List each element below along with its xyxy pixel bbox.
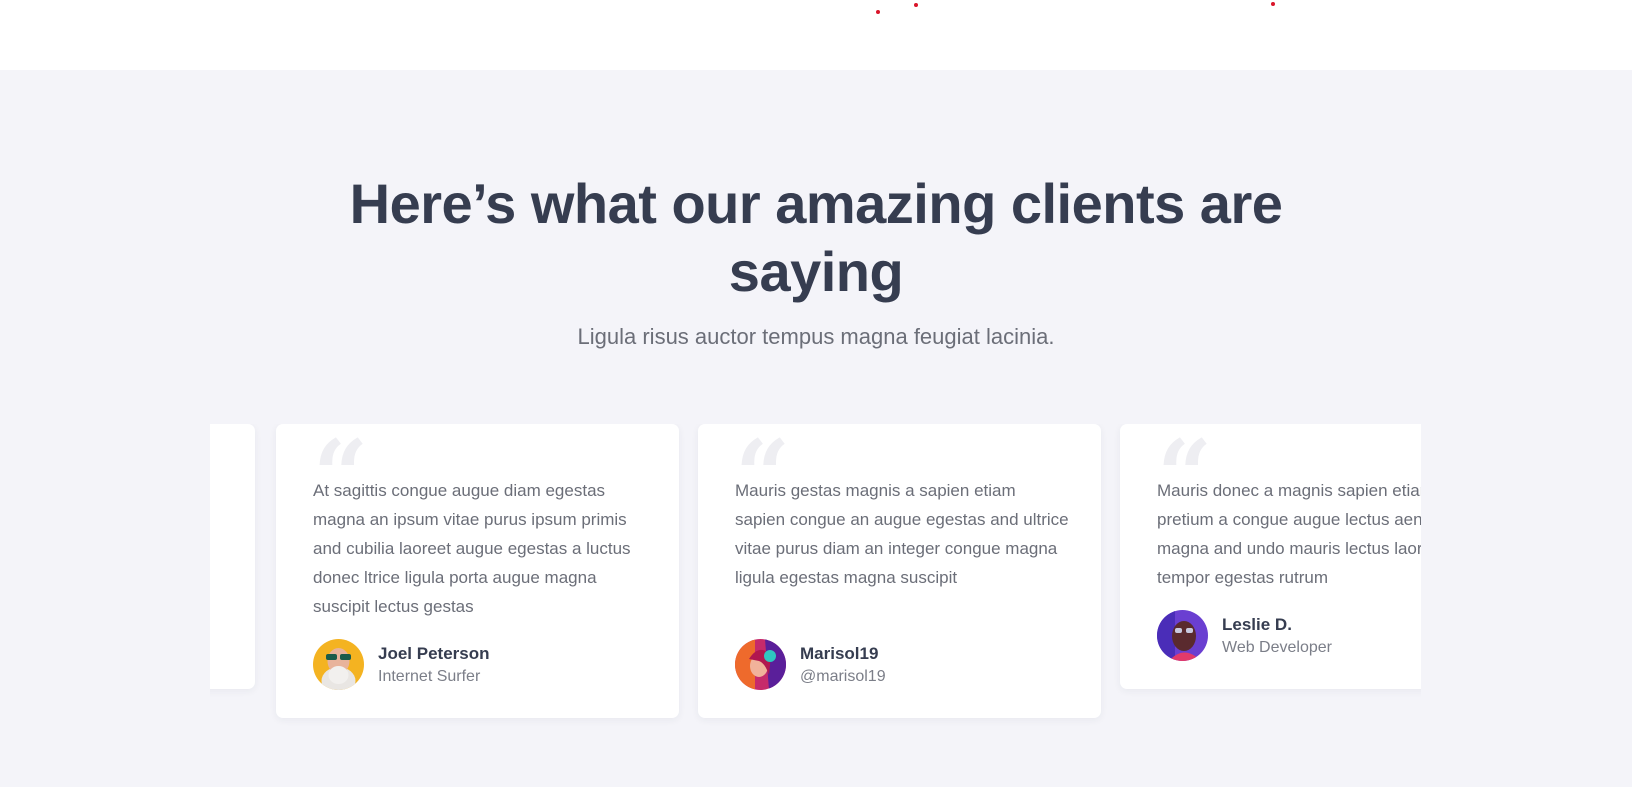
top-band [0, 0, 1632, 70]
section-title: Here’s what our amazing clients are sayi… [349, 172, 1283, 303]
testimonials-section: Here’s what our amazing clients are sayi… [0, 70, 1632, 787]
author-role: @marisol19 [800, 667, 886, 685]
testimonial-card-previous[interactable] [210, 424, 255, 689]
testimonial-author: Leslie D. Web Developer [1157, 610, 1332, 661]
decorative-dot [876, 10, 880, 14]
testimonial-text: Mauris gestas magnis a sapien etiam sapi… [735, 481, 1069, 587]
avatar-icon [735, 639, 786, 690]
author-name: Leslie D. [1222, 614, 1292, 634]
author-role: Internet Surfer [378, 667, 481, 685]
testimonial-author: Joel Peterson Internet Surfer [313, 639, 490, 690]
decorative-dot [1271, 2, 1275, 6]
testimonial-text: At sagittis congue augue diam egestas ma… [313, 481, 631, 616]
author-name: Joel Peterson [378, 643, 490, 663]
testimonial-author: Marisol19 @marisol19 [735, 639, 886, 690]
author-role: Web Developer [1222, 638, 1332, 656]
testimonial-card[interactable]: “ Mauris donec a magnis sapien etiam pre… [1120, 424, 1421, 689]
testimonials-carousel[interactable]: “ At sagittis congue augue diam egestas … [210, 424, 1421, 744]
decorative-dot [914, 3, 918, 7]
author-name: Marisol19 [800, 643, 879, 663]
testimonial-card[interactable]: “ At sagittis congue augue diam egestas … [276, 424, 679, 718]
avatar-icon [1157, 610, 1208, 661]
testimonial-text: Mauris donec a magnis sapien etiam preti… [1157, 481, 1421, 587]
section-subtitle: Ligula risus auctor tempus magna feugiat… [577, 324, 1055, 349]
testimonial-card[interactable]: “ Mauris gestas magnis a sapien etiam sa… [698, 424, 1101, 718]
avatar-icon [313, 639, 364, 690]
